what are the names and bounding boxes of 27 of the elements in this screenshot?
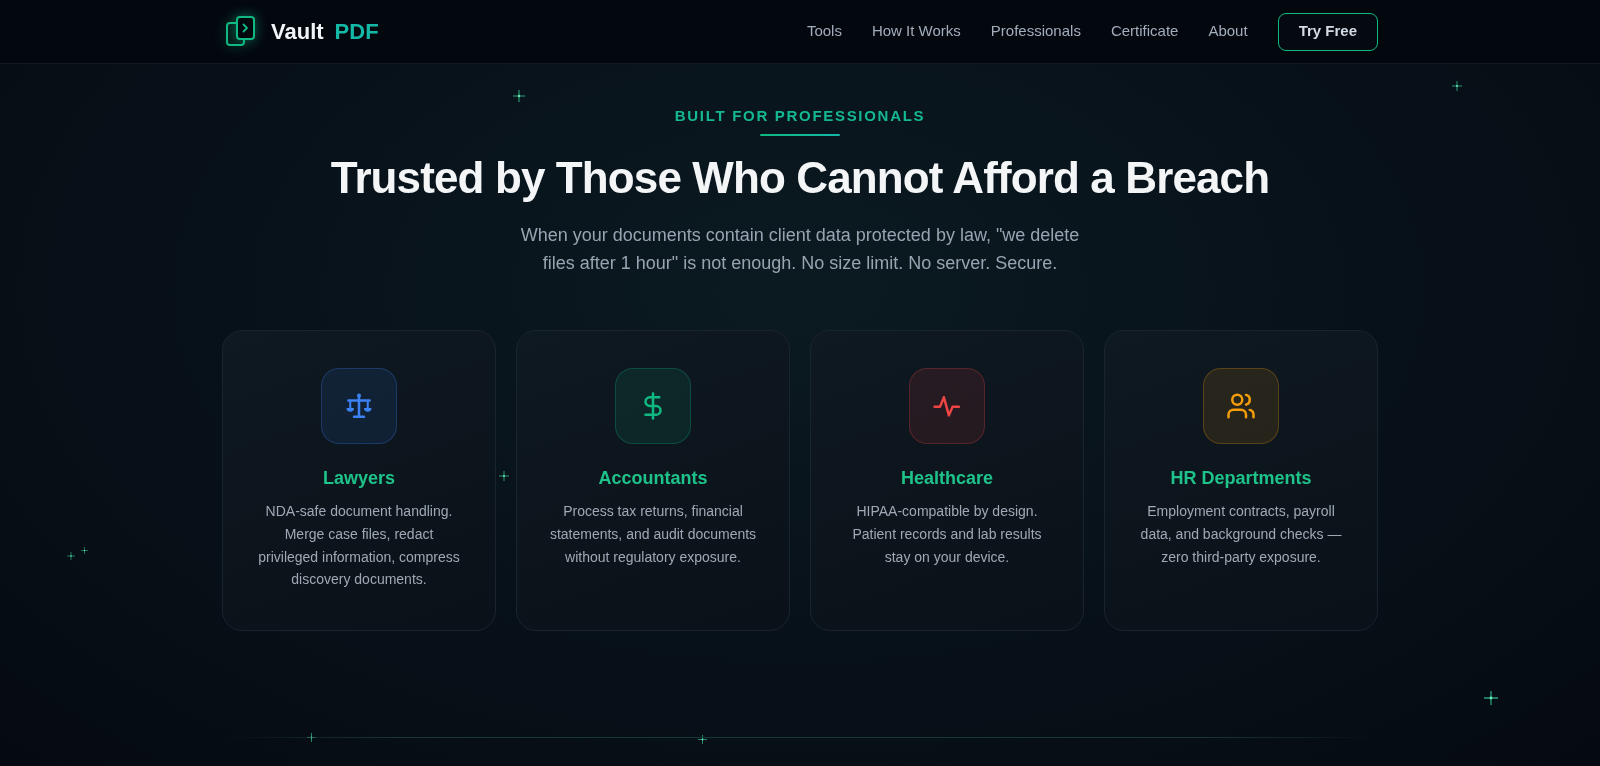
sparkle-icon <box>1484 691 1498 705</box>
card-title: HR Departments <box>1170 467 1312 490</box>
try-free-button[interactable]: Try Free <box>1277 12 1378 51</box>
stacked-pages-icon <box>226 16 256 47</box>
nav-link[interactable]: Certificate <box>1110 20 1179 43</box>
card-title: Accountants <box>598 467 708 490</box>
section-subtitle: When your documents contain client data protected by law, "we delete files after 1 hour" is not enough. No size limit. No server. Secure. <box>519 224 1081 275</box>
nav-link[interactable]: Professionals <box>990 20 1081 43</box>
nav-link[interactable]: Tools <box>806 20 842 43</box>
sparkle-icon <box>697 734 707 744</box>
card-title: Lawyers <box>322 467 395 490</box>
card-description: Employment contracts, payroll data, and background checks — zero third-party exposure. <box>1139 502 1343 567</box>
card-description: NDA-safe document handling. Merge case files, redact privileged information, compress discovery documents. <box>257 502 461 590</box>
logo-link[interactable]: Vault PDF <box>222 15 379 48</box>
section-eyebrow: BUILT FOR PROFESSIONALS <box>674 106 926 126</box>
sparkle-icon <box>499 471 509 481</box>
sparkle-icon <box>306 732 316 742</box>
card-title: Healthcare <box>900 467 994 490</box>
sparkle-icon <box>80 546 88 554</box>
sparkle-icon <box>1452 81 1462 91</box>
sparkle-icon <box>513 90 525 102</box>
card-description: HIPAA-compatible by design. Patient records and lab results stay on your device. <box>851 502 1043 567</box>
card-description: Process tax returns, financial statements, and audit documents without regulatory exposure. <box>548 502 758 567</box>
section-title: Trusted by Those Who Cannot Afford a Breach <box>330 154 1270 202</box>
sparkle-icon <box>67 552 75 560</box>
nav-link[interactable]: How It Works <box>871 20 961 43</box>
nav-link[interactable]: About <box>1208 20 1248 43</box>
